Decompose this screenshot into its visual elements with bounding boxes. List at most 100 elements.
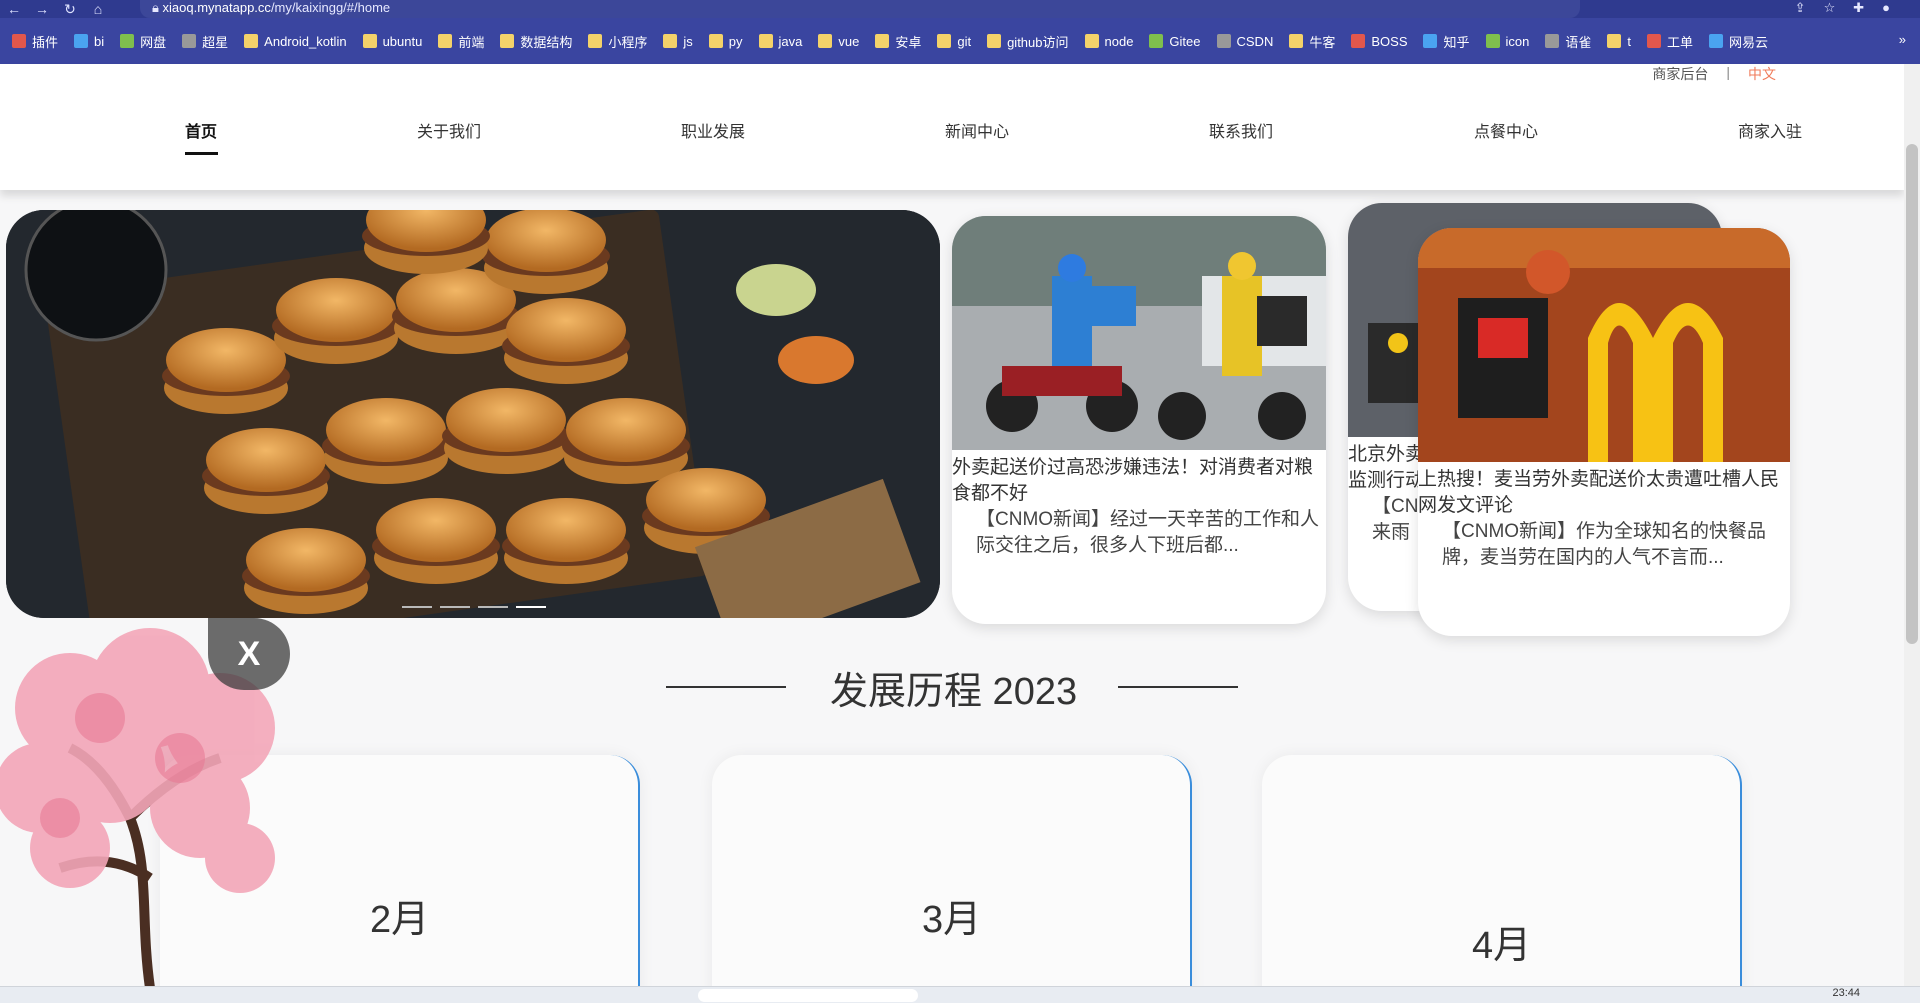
burger-shape bbox=[506, 298, 626, 362]
news-image-mcdonalds bbox=[1418, 228, 1790, 462]
bookmark-item[interactable]: 超星 bbox=[182, 32, 228, 51]
news-card[interactable]: 外卖起送价过高恐涉嫌违法！对消费者对粮食都不好 【CNMO新闻】经过一天辛苦的工… bbox=[952, 216, 1326, 624]
bookmark-icon bbox=[758, 34, 773, 48]
bookmark-item[interactable]: 网易云 bbox=[1709, 32, 1768, 51]
bookmark-item[interactable]: vue bbox=[818, 34, 859, 49]
bookmark-item[interactable]: 小程序 bbox=[588, 32, 647, 51]
bookmark-label: github访问 bbox=[1007, 34, 1069, 50]
burger-shape bbox=[646, 468, 766, 532]
bookmark-label: Gitee bbox=[1169, 33, 1201, 49]
bookmarks-more-icon[interactable]: » bbox=[1899, 32, 1906, 47]
profile-icon[interactable]: ● bbox=[1882, 0, 1890, 16]
url-path: /my/kaixingg/#/home bbox=[270, 0, 391, 15]
timeline-month: 4月 bbox=[1472, 925, 1532, 967]
bookmark-label: BOSS bbox=[1371, 33, 1408, 49]
scrollbar-thumb[interactable] bbox=[1906, 144, 1918, 644]
bookmark-label: 安卓 bbox=[895, 34, 922, 50]
share-icon[interactable]: ⇪ bbox=[1795, 0, 1806, 16]
bookmark-icon bbox=[1351, 34, 1366, 48]
nav-order[interactable]: 点餐中心 bbox=[1474, 118, 1538, 142]
bookmark-item[interactable]: t bbox=[1607, 34, 1631, 49]
bookmark-icon bbox=[708, 34, 723, 48]
nav-about[interactable]: 关于我们 bbox=[417, 118, 481, 142]
bookmark-item[interactable]: 网盘 bbox=[120, 32, 166, 51]
bookmark-icon bbox=[1485, 34, 1500, 48]
bookmark-item[interactable]: Gitee bbox=[1149, 33, 1201, 49]
bookmark-item[interactable]: 插件 bbox=[12, 32, 58, 51]
bookmark-icon bbox=[182, 34, 197, 48]
bookmark-label: t bbox=[1627, 33, 1631, 49]
bookmark-label: 小程序 bbox=[608, 34, 648, 50]
carousel-dot[interactable] bbox=[478, 606, 508, 608]
news-title[interactable]: 上热搜！麦当劳外卖配送价太贵遭吐槽人民网发文评论 bbox=[1418, 467, 1790, 519]
merchant-admin-link[interactable]: 商家后台 bbox=[1652, 64, 1708, 82]
home-icon[interactable]: ⌂ bbox=[84, 1, 112, 17]
close-decoration-button[interactable]: X bbox=[208, 618, 290, 690]
bookmark-item[interactable]: ubuntu bbox=[362, 33, 423, 49]
page-scrollbar[interactable] bbox=[1904, 64, 1920, 986]
bookmark-item[interactable]: py bbox=[708, 34, 743, 49]
hero-carousel[interactable] bbox=[6, 210, 940, 618]
site-header: 商家后台 | 中文 首页 关于我们 职业发展 新闻中心 联系我们 点餐中心 商家… bbox=[0, 64, 1904, 190]
bookmark-item[interactable]: 工单 bbox=[1647, 32, 1693, 51]
extension-icon[interactable]: ✚ bbox=[1853, 0, 1864, 16]
bookmark-item[interactable]: 语雀 bbox=[1545, 32, 1591, 51]
bookmark-icon bbox=[1709, 34, 1724, 48]
bookmark-item[interactable]: CSDN bbox=[1216, 34, 1273, 49]
timeline-month: 2月 bbox=[370, 899, 430, 941]
nav-contact[interactable]: 联系我们 bbox=[1209, 118, 1273, 142]
news-title[interactable]: 外卖起送价过高恐涉嫌违法！对消费者对粮食都不好 bbox=[952, 455, 1326, 507]
star-icon[interactable]: ☆ bbox=[1824, 0, 1836, 16]
bookmark-label: ubuntu bbox=[382, 33, 423, 49]
taskbar-clock: 23:44 bbox=[1832, 987, 1860, 999]
news-card[interactable]: 上热搜！麦当劳外卖配送价太贵遭吐槽人民网发文评论 【CNMO新闻】作为全球知名的… bbox=[1418, 228, 1790, 636]
bookmark-item[interactable]: java bbox=[758, 34, 802, 49]
bookmark-item[interactable]: 安卓 bbox=[875, 32, 921, 51]
bookmark-icon bbox=[1607, 34, 1622, 48]
bookmark-item[interactable]: BOSS bbox=[1351, 34, 1407, 49]
carousel-dot-active[interactable] bbox=[516, 606, 546, 608]
bookmark-label: 前端 bbox=[458, 34, 485, 50]
burger-shape bbox=[166, 328, 286, 392]
bookmark-item[interactable]: icon bbox=[1485, 33, 1530, 49]
bookmark-item[interactable]: Android_kotlin bbox=[244, 33, 347, 49]
timeline-card[interactable] bbox=[712, 755, 1192, 1003]
bookmark-label: Android_kotlin bbox=[264, 33, 347, 49]
bookmark-item[interactable]: 牛客 bbox=[1289, 32, 1335, 51]
bookmark-label: 语雀 bbox=[1565, 34, 1592, 50]
bookmark-item[interactable]: bi bbox=[74, 34, 104, 49]
bookmark-icon bbox=[438, 34, 453, 48]
bookmark-label: bi bbox=[94, 33, 105, 49]
bookmark-item[interactable]: 前端 bbox=[438, 32, 484, 51]
nav-merchant-join[interactable]: 商家入驻 bbox=[1738, 118, 1802, 142]
taskbar-search[interactable] bbox=[698, 989, 918, 1002]
bookmark-item[interactable]: node bbox=[1084, 34, 1133, 49]
back-icon[interactable]: ← bbox=[0, 1, 28, 17]
bookmark-item[interactable]: git bbox=[937, 34, 971, 49]
bookmark-item[interactable]: 数据结构 bbox=[500, 32, 572, 51]
bookmark-icon bbox=[362, 34, 377, 48]
bookmark-icon bbox=[244, 34, 259, 48]
language-link[interactable]: 中文 bbox=[1748, 64, 1776, 82]
address-bar[interactable]: 🔒︎ xiaoq.mynatapp.cc/my/kaixingg/#/home bbox=[140, 0, 1580, 18]
forward-icon[interactable]: → bbox=[28, 1, 56, 17]
nav-home[interactable]: 首页 bbox=[185, 118, 217, 142]
burger-shape bbox=[446, 388, 566, 452]
bookmark-label: icon bbox=[1505, 33, 1530, 49]
carousel-dot[interactable] bbox=[440, 606, 470, 608]
bookmark-item[interactable]: github访问 bbox=[987, 32, 1069, 51]
url-host: xiaoq.mynatapp.cc bbox=[162, 0, 271, 15]
bookmark-icon bbox=[1216, 34, 1231, 48]
bookmark-icon bbox=[1149, 34, 1164, 48]
bookmark-item[interactable]: js bbox=[663, 34, 693, 49]
bookmark-label: vue bbox=[838, 33, 860, 49]
nav-news[interactable]: 新闻中心 bbox=[945, 118, 1009, 142]
bookmark-icon bbox=[937, 34, 952, 48]
bookmark-icon bbox=[1289, 34, 1304, 48]
bookmark-icon bbox=[1545, 34, 1560, 48]
carousel-dot[interactable] bbox=[402, 606, 432, 608]
nav-career[interactable]: 职业发展 bbox=[681, 118, 745, 142]
bookmark-item[interactable]: 知乎 bbox=[1423, 32, 1470, 51]
reload-icon[interactable]: ↻ bbox=[56, 1, 84, 18]
burger-shape bbox=[486, 210, 606, 272]
